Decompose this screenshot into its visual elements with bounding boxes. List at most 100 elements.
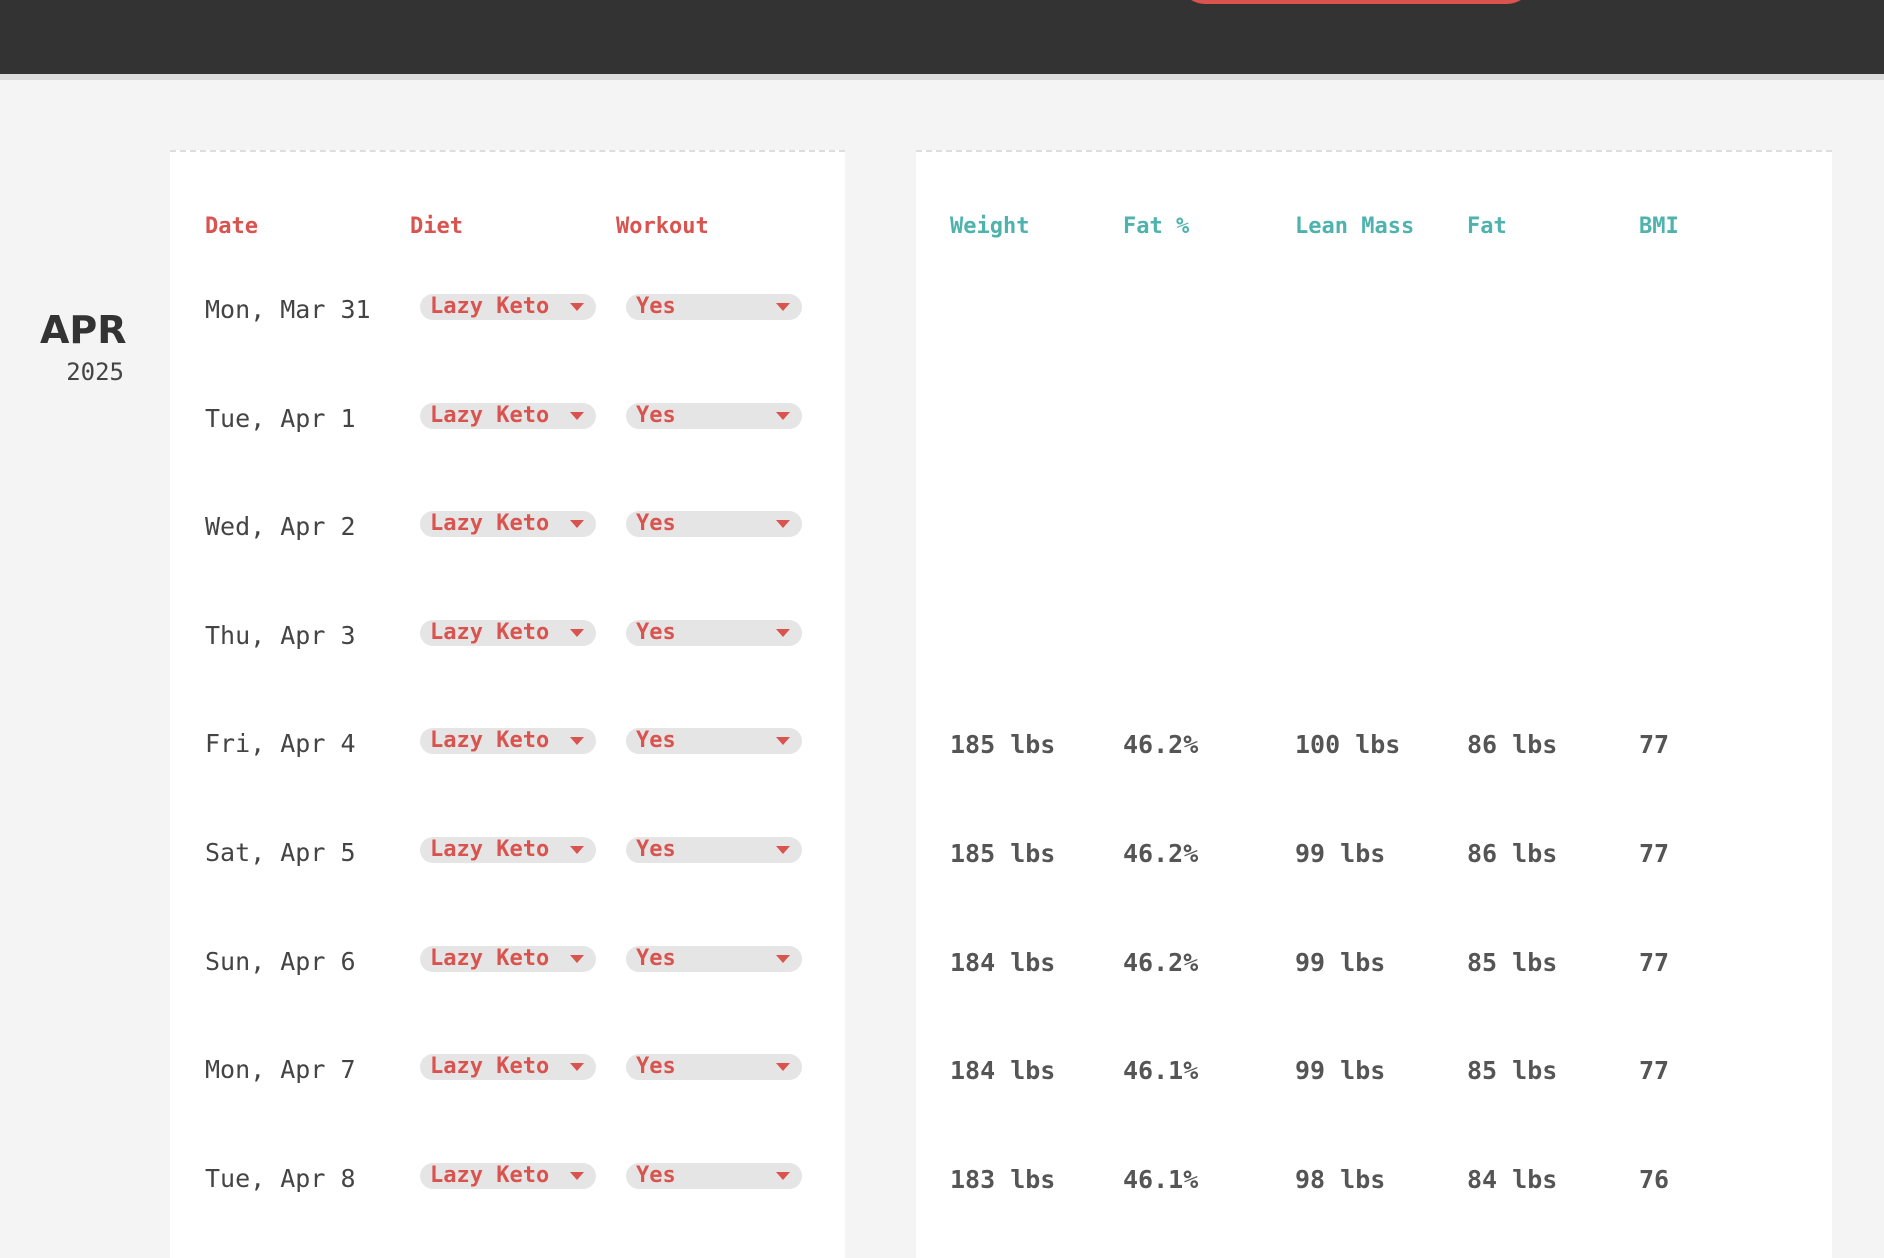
diet-select[interactable]: Lazy Keto [420,1054,596,1080]
row-date: Tue, Apr 1 [205,404,356,433]
workout-select[interactable]: Yes [626,728,802,754]
column-header-fat-percent: Fat % [1123,214,1190,239]
year-label: 2025 [66,358,124,386]
weight-value: 184 lbs [950,1056,1056,1085]
column-header-diet: Diet [410,214,463,239]
caret-down-icon [570,412,584,420]
caret-down-icon [776,737,790,745]
weight-value: 185 lbs [950,839,1056,868]
fat-percent-value: 46.2% [1123,839,1199,868]
lean-mass-value: 100 lbs [1295,730,1401,759]
column-header-bmi: BMI [1639,214,1679,239]
workout-select-value: Yes [636,620,676,645]
weight-value: 184 lbs [950,948,1056,977]
diet-select[interactable]: Lazy Keto [420,511,596,537]
fat-value: 86 lbs [1467,730,1558,759]
column-header-weight: Weight [950,214,1030,239]
diet-select-value: Lazy Keto [430,403,550,428]
row-date: Fri, Apr 4 [205,729,356,758]
diet-select-value: Lazy Keto [430,511,550,536]
body-metrics-panel [916,150,1832,1258]
caret-down-icon [776,520,790,528]
top-bar-divider [0,74,1884,80]
workout-select-value: Yes [636,1054,676,1079]
caret-down-icon [570,737,584,745]
workout-select[interactable]: Yes [626,1054,802,1080]
workout-select-value: Yes [636,837,676,862]
column-header-lean-mass: Lean Mass [1295,214,1415,239]
workout-select[interactable]: Yes [626,511,802,537]
fat-percent-value: 46.1% [1123,1056,1199,1085]
diet-select-value: Lazy Keto [430,1163,550,1188]
row-date: Thu, Apr 3 [205,621,356,650]
fat-value: 85 lbs [1467,948,1558,977]
bmi-value: 77 [1639,948,1670,977]
caret-down-icon [776,412,790,420]
diet-select[interactable]: Lazy Keto [420,620,596,646]
diet-select[interactable]: Lazy Keto [420,403,596,429]
workout-select-value: Yes [636,511,676,536]
caret-down-icon [570,846,584,854]
workout-select[interactable]: Yes [626,946,802,972]
top-app-bar [0,0,1884,74]
caret-down-icon [776,955,790,963]
fat-percent-value: 46.1% [1123,1165,1199,1194]
caret-down-icon [570,520,584,528]
row-date: Sat, Apr 5 [205,838,356,867]
lean-mass-value: 99 lbs [1295,948,1386,977]
fat-value: 86 lbs [1467,839,1558,868]
weight-value: 183 lbs [950,1165,1056,1194]
column-header-workout: Workout [616,214,709,239]
row-date: Mon, Apr 7 [205,1055,356,1084]
workout-select-value: Yes [636,294,676,319]
workout-select[interactable]: Yes [626,1163,802,1189]
fat-percent-value: 46.2% [1123,948,1199,977]
row-date: Tue, Apr 8 [205,1164,356,1193]
lean-mass-value: 98 lbs [1295,1165,1386,1194]
caret-down-icon [570,629,584,637]
caret-down-icon [570,955,584,963]
diet-select[interactable]: Lazy Keto [420,1163,596,1189]
workout-select[interactable]: Yes [626,837,802,863]
lean-mass-value: 99 lbs [1295,1056,1386,1085]
workout-select-value: Yes [636,403,676,428]
workout-select-value: Yes [636,1163,676,1188]
fat-value: 84 lbs [1467,1165,1558,1194]
diet-select-value: Lazy Keto [430,1054,550,1079]
bmi-value: 77 [1639,730,1670,759]
workout-select-value: Yes [636,946,676,971]
column-header-fat: Fat [1467,214,1507,239]
diet-select[interactable]: Lazy Keto [420,946,596,972]
weight-value: 185 lbs [950,730,1056,759]
caret-down-icon [776,629,790,637]
column-header-date: Date [205,214,258,239]
diet-select-value: Lazy Keto [430,294,550,319]
caret-down-icon [776,1063,790,1071]
bmi-value: 77 [1639,1056,1670,1085]
top-action-button[interactable] [1176,0,1536,4]
caret-down-icon [570,303,584,311]
row-date: Mon, Mar 31 [205,295,371,324]
lean-mass-value: 99 lbs [1295,839,1386,868]
workout-select[interactable]: Yes [626,403,802,429]
diet-select-value: Lazy Keto [430,728,550,753]
bmi-value: 76 [1639,1165,1670,1194]
workout-select[interactable]: Yes [626,294,802,320]
fat-value: 85 lbs [1467,1056,1558,1085]
diet-select[interactable]: Lazy Keto [420,294,596,320]
caret-down-icon [776,1172,790,1180]
diet-select-value: Lazy Keto [430,946,550,971]
row-date: Wed, Apr 2 [205,512,356,541]
workout-select-value: Yes [636,728,676,753]
diet-select[interactable]: Lazy Keto [420,837,596,863]
caret-down-icon [570,1172,584,1180]
row-date: Sun, Apr 6 [205,947,356,976]
bmi-value: 77 [1639,839,1670,868]
caret-down-icon [570,1063,584,1071]
diet-select[interactable]: Lazy Keto [420,728,596,754]
workout-select[interactable]: Yes [626,620,802,646]
fat-percent-value: 46.2% [1123,730,1199,759]
caret-down-icon [776,303,790,311]
month-label: APR [40,308,127,352]
caret-down-icon [776,846,790,854]
